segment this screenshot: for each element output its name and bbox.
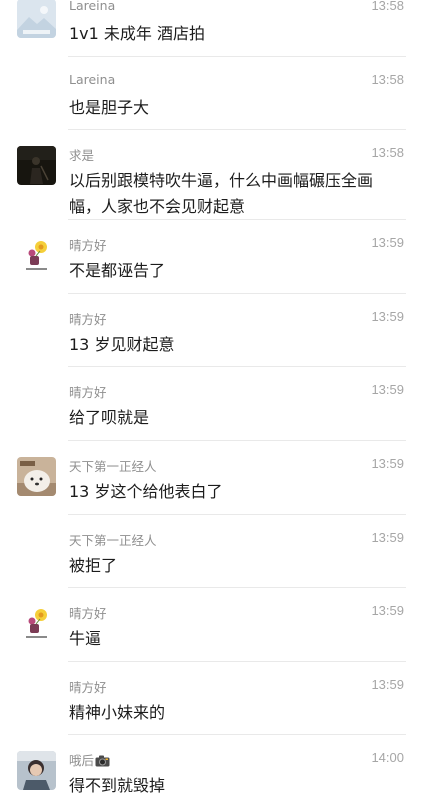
chat-message[interactable]: 晴方好 13:59 13 岁见财起意 bbox=[0, 294, 422, 368]
message-time: 13:59 bbox=[371, 235, 404, 251]
sender-name: 哦后 bbox=[69, 750, 110, 770]
sender-name: 天下第一正经人 bbox=[69, 532, 157, 548]
sender-name: 晴方好 bbox=[69, 606, 107, 622]
message-time: 13:59 bbox=[371, 455, 404, 471]
message-text: 以后别跟模特吹牛逼，什么中画幅碾压全画幅，人家也不会见财起意 bbox=[69, 171, 374, 217]
message-text: 被拒了 bbox=[69, 555, 118, 575]
chat-message[interactable]: 晴方好 13:59 给了呗就是 bbox=[0, 367, 422, 441]
message-time: 13:58 bbox=[371, 0, 404, 13]
message-time: 13:59 bbox=[371, 603, 404, 619]
chat-message[interactable]: 求是 13:58 以后别跟模特吹牛逼，什么中画幅碾压全画幅，人家也不会见财起意 bbox=[0, 130, 422, 221]
chat-message[interactable]: Lareina 13:58 也是胆子大 bbox=[0, 57, 422, 131]
sender-name: Lareina bbox=[69, 71, 116, 87]
message-time: 14:00 bbox=[371, 750, 404, 766]
dark-figure-avatar[interactable] bbox=[17, 146, 56, 186]
sender-name: 晴方好 bbox=[69, 385, 107, 401]
landscape-placeholder-avatar[interactable] bbox=[17, 0, 56, 38]
flower-sticker-avatar[interactable] bbox=[17, 604, 56, 644]
message-time: 13:59 bbox=[371, 382, 404, 398]
message-text: 牛逼 bbox=[69, 629, 102, 649]
message-time: 13:59 bbox=[371, 529, 404, 545]
person-photo-avatar[interactable] bbox=[17, 751, 56, 791]
chat-message[interactable]: 晴方好 13:59 不是都诬告了 bbox=[0, 220, 422, 294]
message-text: 得不到就毁掉 bbox=[69, 776, 166, 796]
message-text: 不是都诬告了 bbox=[69, 261, 166, 281]
message-text: 13 岁这个给他表白了 bbox=[69, 481, 223, 501]
message-time: 13:58 bbox=[371, 71, 404, 87]
sender-name: 晴方好 bbox=[69, 679, 107, 695]
chat-message[interactable]: 天下第一正经人 13:59 13 岁这个给他表白了 bbox=[0, 441, 422, 515]
sender-name: 晴方好 bbox=[69, 238, 107, 254]
message-time: 13:58 bbox=[371, 145, 404, 161]
sender-name: 晴方好 bbox=[69, 311, 107, 327]
message-text: 也是胆子大 bbox=[69, 97, 150, 117]
message-text: 13 岁见财起意 bbox=[69, 334, 175, 354]
flower-sticker-avatar[interactable] bbox=[17, 236, 56, 276]
message-time: 13:59 bbox=[371, 676, 404, 692]
chat-message[interactable]: Lareina 13:58 1v1 未成年 酒店拍 bbox=[0, 0, 422, 57]
chat-message[interactable]: 晴方好 13:59 精神小妹来的 bbox=[0, 662, 422, 736]
message-time: 13:59 bbox=[371, 308, 404, 324]
sender-name: 天下第一正经人 bbox=[69, 458, 157, 474]
chat-message-list: Lareina 13:58 1v1 未成年 酒店拍 Lareina 13:58 … bbox=[0, 0, 422, 809]
sender-name: Lareina bbox=[69, 0, 116, 13]
message-text: 精神小妹来的 bbox=[69, 702, 166, 722]
chat-message[interactable]: 天下第一正经人 13:59 被拒了 bbox=[0, 515, 422, 589]
chat-message[interactable]: 哦后 14:00 得不到就毁掉 bbox=[0, 735, 422, 809]
dog-photo-avatar[interactable] bbox=[17, 456, 56, 496]
message-text: 给了呗就是 bbox=[69, 408, 150, 428]
chat-message[interactable]: 晴方好 13:59 牛逼 bbox=[0, 588, 422, 662]
camera-emoji-icon bbox=[95, 755, 110, 770]
sender-name: 求是 bbox=[69, 148, 95, 164]
message-text: 1v1 未成年 酒店拍 bbox=[69, 24, 206, 43]
